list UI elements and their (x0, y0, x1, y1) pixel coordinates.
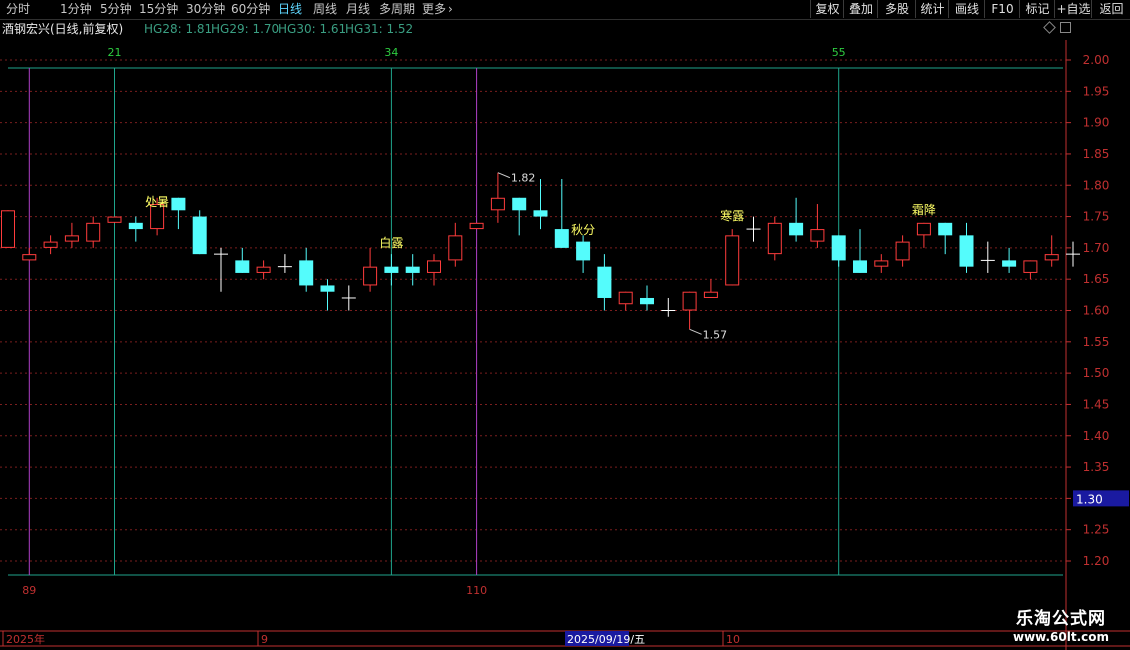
y-tick-label: 2.00 (1083, 53, 1110, 67)
candle-body (916, 222, 931, 236)
candle-body (299, 260, 314, 286)
candle-body (1044, 254, 1059, 261)
candle-body (405, 266, 420, 273)
y-tick-label: 1.65 (1083, 272, 1110, 286)
low-annotation: 1.57 (703, 328, 728, 341)
candle-body (554, 229, 569, 248)
candle-body (363, 266, 378, 286)
candle-body (533, 210, 548, 217)
candle-body (789, 222, 804, 236)
y-tick-label: 1.40 (1083, 429, 1110, 443)
candle-body (43, 241, 58, 248)
candle-body (320, 285, 335, 292)
candlestick-chart[interactable]: 2.00 1.95 1.90 1.85 1.80 1.75 1.70 1.65 1.60 1.55… (0, 0, 1130, 650)
low-annotation-pointer (689, 328, 702, 335)
y-tick-label: 1.55 (1083, 335, 1110, 349)
candle-body (618, 291, 633, 305)
candle-body (107, 216, 122, 223)
date-cursor-label: 2025/09/19/五 (567, 633, 645, 646)
y-tick-label: 1.20 (1083, 554, 1110, 568)
y-tick-label: 1.80 (1083, 178, 1110, 192)
candle-body (256, 266, 271, 273)
candle-body (171, 197, 186, 211)
candle-body (448, 235, 463, 261)
y-tick-label: 1.35 (1083, 460, 1110, 474)
watermark-name: 乐淘公式网 (1016, 609, 1106, 629)
candle-body (512, 197, 527, 211)
candle-body (597, 266, 612, 298)
y-tick-label: 1.70 (1083, 241, 1110, 255)
high-annotation: 1.82 (511, 172, 536, 185)
fib-top-label: 21 (108, 46, 122, 59)
candle-body (853, 260, 867, 273)
watermark: 乐淘公式网 www.60lt.com (996, 609, 1126, 645)
candle-body (810, 229, 825, 242)
candle-body (469, 222, 484, 230)
x-axis-label: 2025年 (6, 632, 45, 646)
fib-bottom-label: 110 (466, 584, 487, 597)
solar-term-label: 霜降 (912, 203, 936, 217)
y-tick-label: 1.25 (1083, 523, 1110, 537)
candle-body (384, 266, 399, 273)
candle-body (22, 254, 37, 261)
candle-body (959, 235, 974, 267)
y-tick-label: 1.60 (1083, 304, 1110, 318)
solar-term-label: 秋分 (571, 223, 595, 237)
y-tick-label: 1.85 (1083, 147, 1110, 161)
candle-body (1023, 260, 1038, 273)
fib-bottom-label: 89 (22, 584, 36, 597)
candle-body (831, 235, 846, 261)
watermark-url: www.60lt.com (1012, 630, 1110, 644)
candle-body (895, 241, 910, 261)
candle-body (86, 222, 101, 242)
candle-body (640, 297, 654, 305)
high-annotation-pointer (497, 172, 511, 179)
candle-body (235, 260, 250, 273)
solar-term-label: 寒露 (720, 208, 744, 223)
x-axis-label: 10 (726, 633, 740, 646)
candle-body (682, 291, 697, 311)
fib-top-label: 34 (384, 46, 398, 59)
candle-body (767, 222, 782, 255)
fib-top-label: 55 (832, 46, 846, 59)
candle-body (64, 235, 79, 242)
candle-body (427, 260, 441, 273)
candle-body (703, 291, 718, 298)
y-tick-label: 1.75 (1083, 210, 1110, 224)
y-tick-label: 1.45 (1083, 397, 1110, 411)
candle-body (938, 222, 953, 236)
y-tick-label: 1.95 (1083, 84, 1110, 98)
candle-body (490, 197, 505, 211)
solar-term-label: 处暑 (145, 195, 169, 209)
candle-body (725, 235, 740, 286)
candle-body (192, 216, 207, 255)
candle-body (1, 210, 15, 248)
solar-term-label: 白露 (379, 235, 403, 250)
candle-body (874, 260, 889, 267)
candle-body (576, 241, 591, 261)
x-axis-label: 9 (261, 633, 268, 646)
y-tick-label: 1.90 (1083, 116, 1110, 130)
candle-body (1002, 260, 1017, 267)
cursor-price-label: 1.30 (1076, 492, 1103, 506)
candle-body (128, 222, 143, 230)
y-tick-label: 1.50 (1083, 366, 1110, 380)
